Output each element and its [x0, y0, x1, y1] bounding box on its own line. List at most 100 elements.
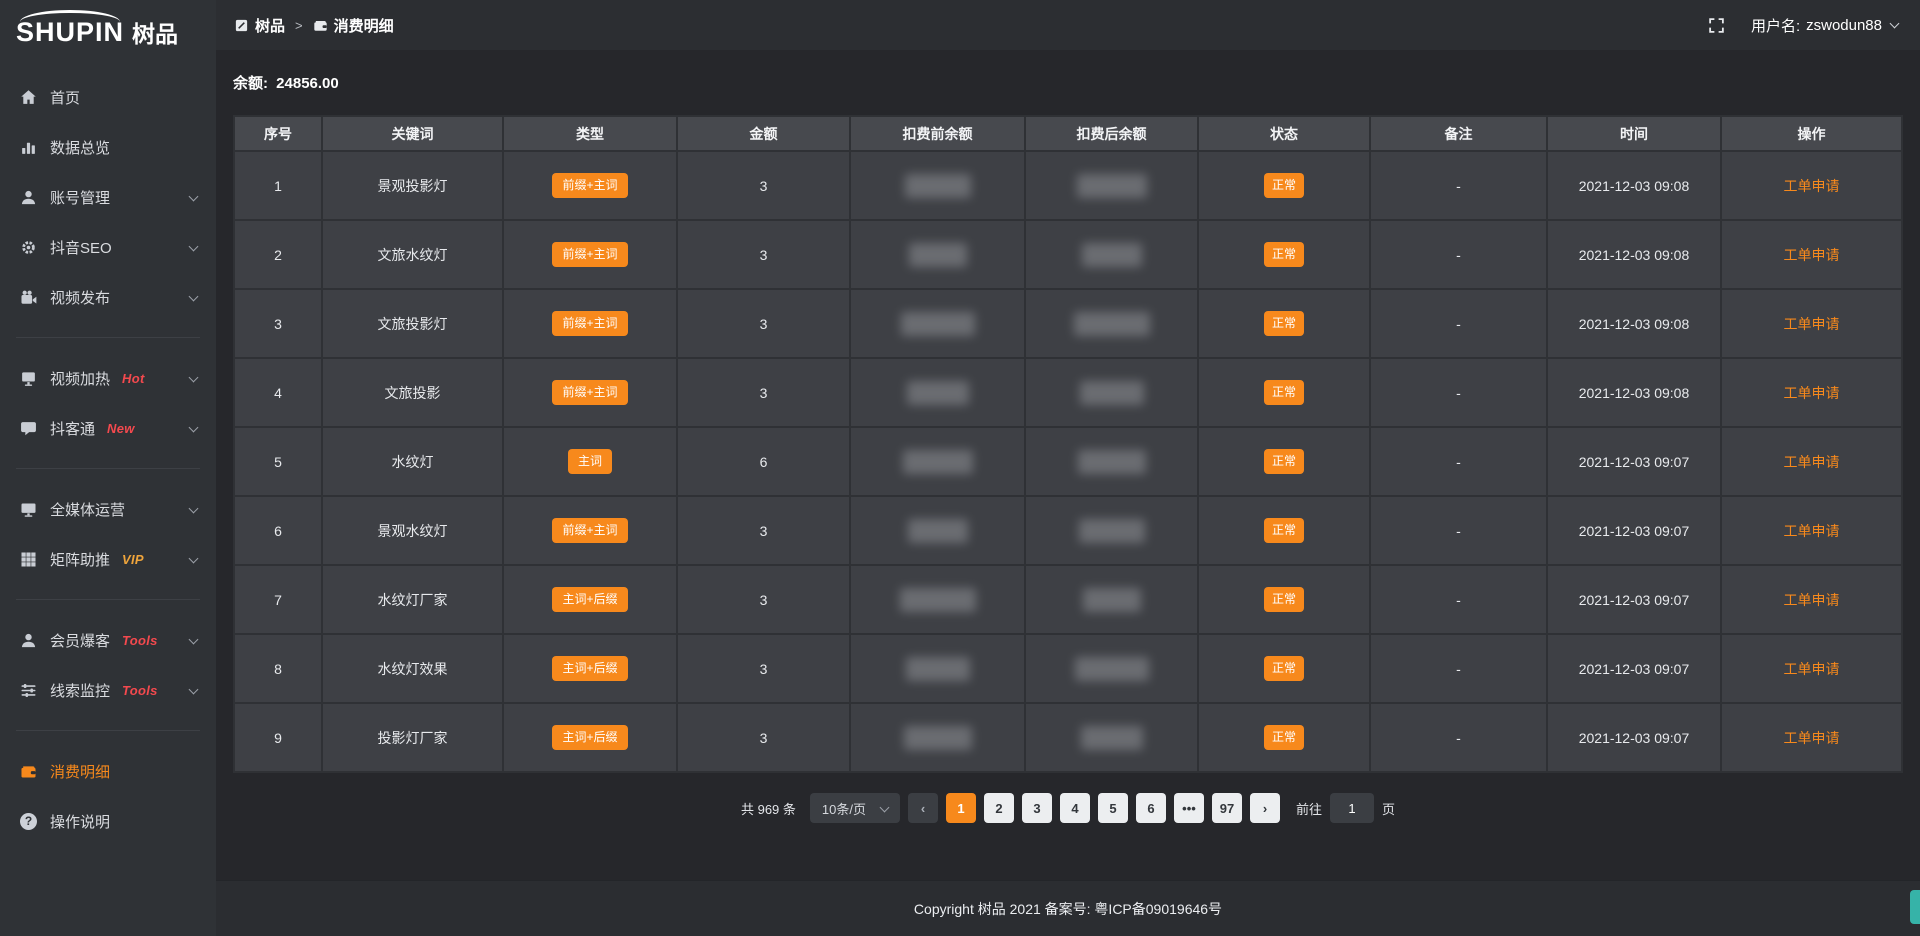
sidebar-item-label: 抖客通	[50, 418, 95, 439]
chat-icon	[20, 420, 37, 437]
cell-note: -	[1370, 634, 1547, 703]
cell-index: 4	[234, 358, 322, 427]
chevron-down-icon	[189, 192, 199, 202]
redacted-balance-before	[907, 381, 969, 405]
table-row: 9投影灯厂家主词+后缀3正常-2021-12-03 09:07工单申请	[234, 703, 1902, 772]
balance-label: 余额:	[233, 75, 268, 92]
redacted-balance-after	[1079, 519, 1145, 543]
table-header-row: 序号关键词类型金额扣费前余额扣费后余额状态备注时间操作	[234, 116, 1902, 151]
column-header-3: 金额	[677, 116, 850, 151]
sidebar-item-member-baoke[interactable]: 会员爆客Tools	[0, 615, 216, 665]
page-ellipsis-button[interactable]: •••	[1174, 793, 1204, 823]
work-order-link[interactable]: 工单申请	[1784, 730, 1840, 746]
main-area: 树品>消费明细 用户名: zswodun88 余额: 24856.00 序号关键…	[216, 0, 1920, 936]
work-order-link[interactable]: 工单申请	[1784, 247, 1840, 263]
redacted-balance-before	[906, 657, 970, 681]
cell-status: 正常	[1198, 634, 1370, 703]
copyright-text: Copyright 树品 2021 备案号: 粤ICP备09019646号	[914, 899, 1222, 919]
page-button-97[interactable]: 97	[1212, 793, 1242, 823]
cell-action: 工单申请	[1721, 427, 1902, 496]
breadcrumb-shupin[interactable]: 树品	[255, 15, 285, 36]
username-value: zswodun88	[1806, 17, 1882, 34]
sidebar-item-label: 消费明细	[50, 761, 110, 782]
cell-index: 9	[234, 703, 322, 772]
balance: 余额: 24856.00	[233, 50, 1903, 93]
cell-action: 工单申请	[1721, 151, 1902, 220]
work-order-link[interactable]: 工单申请	[1784, 385, 1840, 401]
sidebar-item-tag: VIP	[122, 552, 144, 567]
sidebar-item-all-media-operation[interactable]: 全媒体运营	[0, 484, 216, 534]
pagination: 共 969 条10条/页‹123456•••97›前往页	[233, 793, 1903, 823]
sidebar-item-label: 账号管理	[50, 187, 110, 208]
cell-status: 正常	[1198, 289, 1370, 358]
sidebar-item-video-publish[interactable]: 视频发布	[0, 272, 216, 322]
cell-index: 6	[234, 496, 322, 565]
work-order-link[interactable]: 工单申请	[1784, 316, 1840, 332]
cell-time: 2021-12-03 09:07	[1547, 565, 1721, 634]
floating-widget[interactable]	[1910, 890, 1920, 924]
sidebar-item-tag: Tools	[122, 683, 158, 698]
next-page-button[interactable]: ›	[1250, 793, 1280, 823]
cell-time: 2021-12-03 09:08	[1547, 220, 1721, 289]
sidebar-item-data-overview[interactable]: 数据总览	[0, 122, 216, 172]
table-row: 2文旅水纹灯前缀+主词3正常-2021-12-03 09:08工单申请	[234, 220, 1902, 289]
cell-keyword: 水纹灯效果	[322, 634, 503, 703]
user-menu[interactable]: 用户名: zswodun88	[1751, 15, 1898, 36]
breadcrumb-consumption-detail[interactable]: 消费明细	[334, 15, 394, 36]
cell-index: 2	[234, 220, 322, 289]
page-button-3[interactable]: 3	[1022, 793, 1052, 823]
cell-balance-before	[850, 289, 1025, 358]
table-row: 8水纹灯效果主词+后缀3正常-2021-12-03 09:07工单申请	[234, 634, 1902, 703]
fullscreen-icon[interactable]	[1708, 17, 1725, 34]
cell-balance-before	[850, 703, 1025, 772]
sidebar-item-douyin-seo[interactable]: 抖音SEO	[0, 222, 216, 272]
page-size-select[interactable]: 10条/页	[810, 793, 900, 823]
sidebar-item-home[interactable]: 首页	[0, 72, 216, 122]
page-button-5[interactable]: 5	[1098, 793, 1128, 823]
type-badge: 主词+后缀	[552, 587, 627, 611]
chevron-down-icon	[189, 423, 199, 433]
sidebar-divider	[16, 468, 200, 469]
sidebar-item-matrix-boost[interactable]: 矩阵助推VIP	[0, 534, 216, 584]
sidebar-item-douketong[interactable]: 抖客通New	[0, 403, 216, 453]
cell-amount: 3	[677, 496, 850, 565]
work-order-link[interactable]: 工单申请	[1784, 592, 1840, 608]
sidebar-item-label: 会员爆客	[50, 630, 110, 651]
sidebar-item-operation-guide[interactable]: ?操作说明	[0, 796, 216, 846]
prev-page-button[interactable]: ‹	[908, 793, 938, 823]
doc-icon	[234, 18, 249, 33]
sidebar-item-video-heating[interactable]: 视频加热Hot	[0, 353, 216, 403]
page-button-6[interactable]: 6	[1136, 793, 1166, 823]
work-order-link[interactable]: 工单申请	[1784, 454, 1840, 470]
work-order-link[interactable]: 工单申请	[1784, 178, 1840, 194]
redacted-balance-after	[1082, 243, 1142, 267]
cell-keyword: 景观投影灯	[322, 151, 503, 220]
sidebar-item-consumption-detail[interactable]: 消费明细	[0, 746, 216, 796]
topbar-right: 用户名: zswodun88	[1708, 15, 1898, 36]
page-button-2[interactable]: 2	[984, 793, 1014, 823]
wallet-icon	[20, 763, 37, 780]
goto-unit: 页	[1382, 799, 1395, 818]
work-order-link[interactable]: 工单申请	[1784, 661, 1840, 677]
redacted-balance-before	[908, 519, 968, 543]
cell-balance-after	[1025, 496, 1198, 565]
logo-text-en: SHUPIN	[16, 19, 124, 46]
goto-page-input[interactable]	[1330, 793, 1374, 823]
cell-action: 工单申请	[1721, 565, 1902, 634]
sidebar-item-clue-monitoring[interactable]: 线索监控Tools	[0, 665, 216, 715]
chevron-down-icon	[1890, 18, 1900, 28]
chevron-down-icon	[880, 802, 890, 812]
cell-note: -	[1370, 496, 1547, 565]
cell-status: 正常	[1198, 565, 1370, 634]
cell-action: 工单申请	[1721, 289, 1902, 358]
redacted-balance-before	[904, 726, 972, 750]
work-order-link[interactable]: 工单申请	[1784, 523, 1840, 539]
page-button-1[interactable]: 1	[946, 793, 976, 823]
cell-keyword: 文旅投影灯	[322, 289, 503, 358]
cell-note: -	[1370, 703, 1547, 772]
cell-index: 1	[234, 151, 322, 220]
sidebar-item-account-management[interactable]: 账号管理	[0, 172, 216, 222]
page-button-4[interactable]: 4	[1060, 793, 1090, 823]
brand-logo[interactable]: SHUPIN 树品	[0, 0, 216, 64]
cell-amount: 3	[677, 220, 850, 289]
